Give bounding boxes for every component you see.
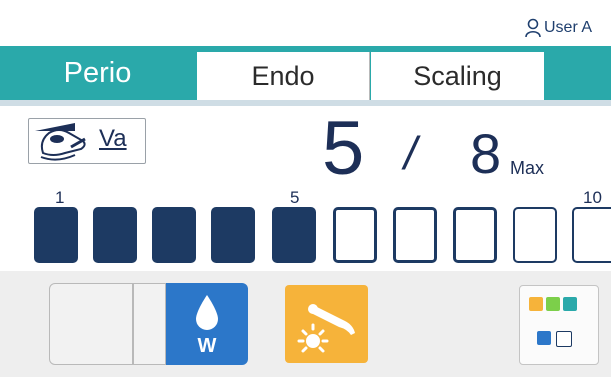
user-indicator[interactable]: User A [524, 18, 592, 38]
hand-mini-icon [563, 297, 577, 311]
tab-endo[interactable]: Endo [197, 52, 370, 100]
timer-mini-icon [546, 297, 560, 311]
power-current: 5 [322, 106, 365, 191]
user-label: User A [544, 19, 593, 36]
mode-tab-bar: Perio Endo Scaling [0, 46, 611, 100]
handpiece-light-icon [297, 304, 355, 353]
level-segment-3[interactable] [152, 207, 196, 263]
warning-mini-icon [529, 297, 543, 311]
water-level-off-segment[interactable] [49, 283, 133, 365]
mode-label: Va [99, 125, 127, 152]
intensity-wedge-icon [35, 123, 75, 131]
scale-tick-1: 1 [55, 188, 65, 207]
tab-perio[interactable]: Perio [0, 46, 195, 100]
tool-mode-badge[interactable]: Va [28, 118, 146, 164]
scale-tick-10: 10 [583, 188, 602, 207]
power-max-label: Max [510, 158, 545, 178]
tab-scaling[interactable]: Scaling [371, 52, 544, 100]
diamond-mini-icon [556, 331, 572, 347]
level-segment-6[interactable] [333, 207, 377, 263]
water-level-low-segment[interactable] [133, 283, 166, 365]
display-mini-icon [537, 331, 551, 345]
tab-partial [545, 52, 611, 100]
power-separator: / [404, 127, 417, 179]
water-drop-icon [196, 295, 218, 330]
water-label: W [197, 335, 217, 357]
user-icon [524, 18, 542, 38]
level-segment-8[interactable] [453, 207, 497, 263]
light-button[interactable] [285, 285, 368, 363]
water-button[interactable]: W [166, 283, 248, 365]
level-segment-1[interactable] [34, 207, 78, 263]
scale-tick-5: 5 [290, 188, 300, 207]
level-segment-2[interactable] [93, 207, 137, 263]
level-segment-7[interactable] [393, 207, 437, 263]
level-segment-4[interactable] [211, 207, 255, 263]
level-segment-9[interactable] [513, 207, 557, 263]
power-max: 8 [470, 122, 502, 185]
level-segment-10[interactable] [572, 207, 611, 263]
tab-divider [0, 100, 611, 106]
level-segment-5[interactable] [272, 207, 316, 263]
settings-mini-panel[interactable] [519, 285, 599, 365]
